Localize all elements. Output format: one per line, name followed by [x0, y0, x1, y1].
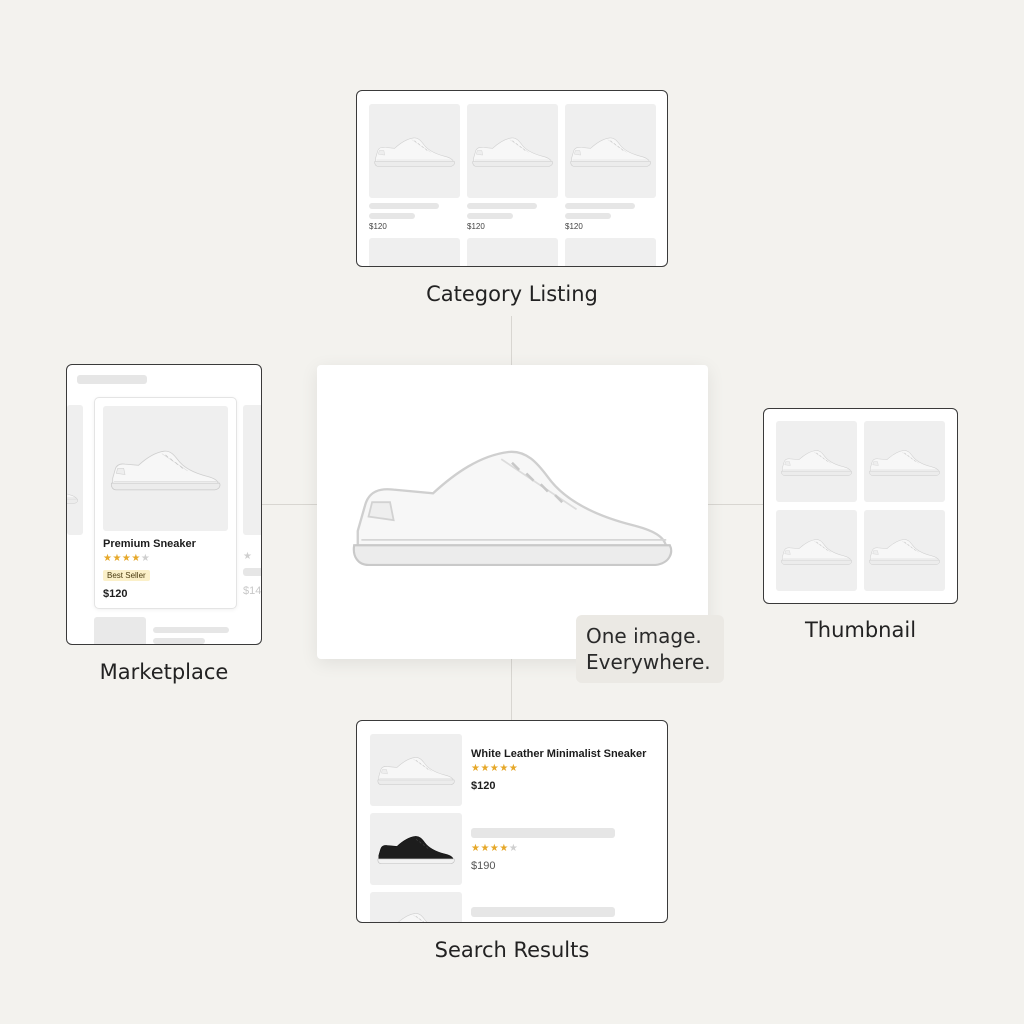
- star-icon: ★★★★: [471, 843, 509, 854]
- category-listing-frame: $120 $120 $120: [356, 90, 668, 267]
- star-icon: ★★★★★: [471, 763, 519, 774]
- subtitle-placeholder: [565, 213, 611, 219]
- search-result-price: $190: [471, 860, 496, 872]
- search-result-title[interactable]: White Leather Minimalist Sneaker: [471, 748, 646, 760]
- category-price: $120: [467, 222, 485, 231]
- marketplace-rating: ★★★★★: [103, 553, 150, 564]
- search-results-caption: Search Results: [434, 938, 590, 962]
- marketplace-product-image: [103, 406, 228, 531]
- category-product-image-partial: [565, 238, 656, 266]
- white-sneaker-icon: [110, 450, 221, 491]
- white-sneaker-icon: [374, 137, 455, 167]
- search-result-rating: ★★★★★: [471, 763, 518, 774]
- title-placeholder: [565, 203, 635, 209]
- white-sneaker-icon: [67, 478, 78, 504]
- black-sneaker-icon: [377, 836, 455, 865]
- search-result-title-placeholder: [471, 828, 615, 838]
- white-sneaker-icon: [377, 913, 455, 922]
- tagline-line-2: Everywhere.: [586, 650, 711, 674]
- marketplace-frame: Premium Sneaker ★★★★★ Best Seller $120 ★…: [66, 364, 262, 645]
- category-product-image[interactable]: [467, 104, 558, 198]
- white-sneaker-icon: [781, 450, 852, 476]
- header-placeholder: [77, 375, 147, 384]
- white-sneaker-icon: [472, 137, 553, 167]
- white-sneaker-icon: [570, 137, 651, 167]
- peek-placeholder: [243, 568, 261, 576]
- peek-rating: ★: [243, 551, 253, 562]
- white-sneaker-icon: [781, 539, 852, 565]
- white-sneaker-icon: [377, 757, 455, 786]
- category-product-image[interactable]: [369, 104, 460, 198]
- category-product-image-partial: [369, 238, 460, 266]
- thumbnail-image[interactable]: [864, 510, 945, 591]
- search-result-image[interactable]: [370, 734, 462, 806]
- star-icon: ★: [140, 553, 151, 564]
- marketplace-product-name[interactable]: Premium Sneaker: [103, 538, 196, 550]
- title-placeholder: [369, 203, 439, 209]
- star-icon: ★★★★: [103, 553, 141, 564]
- bottom-row-placeholder: [153, 638, 205, 644]
- white-sneaker-icon: [869, 539, 940, 565]
- white-sneaker-icon: [352, 450, 673, 567]
- thumbnail-frame: [763, 408, 958, 604]
- tagline-box: One image. Everywhere.: [576, 615, 724, 683]
- white-sneaker-icon: [869, 450, 940, 476]
- connector-bottom: [511, 659, 512, 720]
- connector-left: [261, 504, 317, 505]
- category-price: $120: [369, 222, 387, 231]
- search-results-frame: White Leather Minimalist Sneaker ★★★★★ $…: [356, 720, 668, 923]
- bottom-row-placeholder: [153, 627, 229, 633]
- thumbnail-image[interactable]: [776, 510, 857, 591]
- best-seller-badge: Best Seller: [103, 570, 150, 581]
- search-result-image[interactable]: [370, 813, 462, 885]
- category-product-image[interactable]: [565, 104, 656, 198]
- thumbnail-caption: Thumbnail: [804, 618, 917, 642]
- title-placeholder: [467, 203, 537, 209]
- connector-right: [708, 504, 764, 505]
- thumbnail-image[interactable]: [864, 421, 945, 502]
- bottom-row-image: [94, 617, 146, 644]
- search-result-title-placeholder: [471, 907, 615, 917]
- star-icon: ★: [508, 843, 519, 854]
- search-result-price: $120: [471, 780, 496, 792]
- marketplace-price: $120: [103, 588, 128, 600]
- tagline-line-1: One image.: [586, 624, 702, 648]
- peek-card-left: [67, 405, 83, 535]
- subtitle-placeholder: [467, 213, 513, 219]
- category-product-image-partial: [467, 238, 558, 266]
- search-result-rating: ★★★★★: [471, 843, 518, 854]
- category-listing-caption: Category Listing: [426, 282, 598, 306]
- peek-card-right: [243, 405, 261, 535]
- search-result-image-partial: [370, 892, 462, 922]
- connector-top: [511, 316, 512, 365]
- subtitle-placeholder: [369, 213, 415, 219]
- marketplace-product-card[interactable]: Premium Sneaker ★★★★★ Best Seller $120: [94, 397, 237, 609]
- marketplace-caption: Marketplace: [99, 660, 229, 684]
- thumbnail-image[interactable]: [776, 421, 857, 502]
- category-price: $120: [565, 222, 583, 231]
- peek-price: $14: [243, 585, 262, 597]
